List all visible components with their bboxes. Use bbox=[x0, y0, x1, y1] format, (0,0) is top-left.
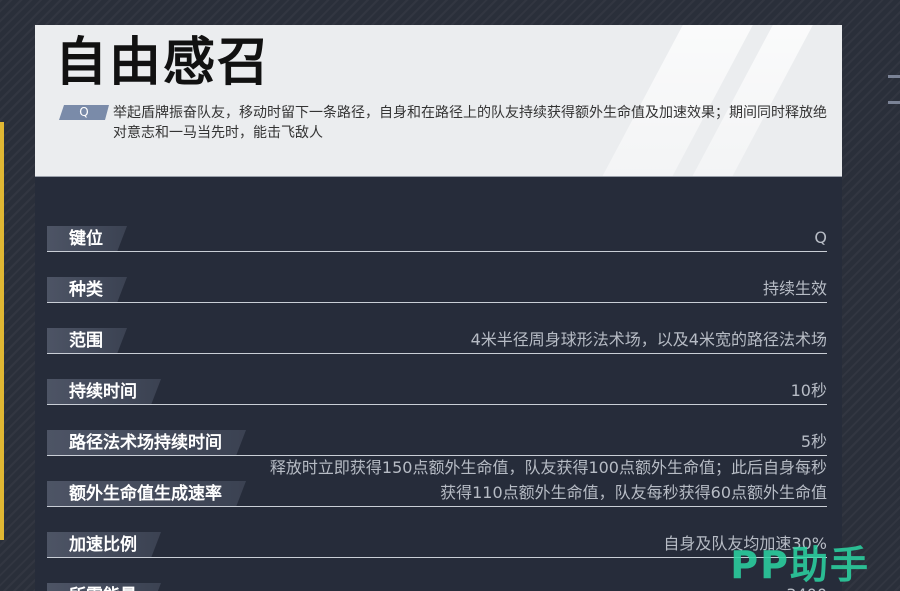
stat-value: 5秒 bbox=[800, 432, 827, 451]
stat-value: 释放时立即获得150点额外生命值，队友获得100点额外生命值；此后自身每秒获得1… bbox=[269, 458, 827, 502]
skill-header: 自由感召 Q 举起盾牌振奋队友，移动时留下一条路径，自身和在路径上的队友持续获得… bbox=[35, 25, 842, 177]
accent-bar bbox=[0, 122, 4, 540]
stat-row: 加速比例 自身及队友均加速30% bbox=[47, 507, 827, 558]
stat-row: 范围 4米半径周身球形法术场，以及4米宽的路径法术场 bbox=[47, 303, 827, 354]
stat-value: Q bbox=[814, 228, 827, 247]
stat-label: 种类 bbox=[47, 277, 127, 303]
edge-dash bbox=[888, 101, 900, 104]
edge-dash bbox=[888, 75, 900, 78]
stat-row: 种类 持续生效 bbox=[47, 252, 827, 303]
skill-title: 自由感召 bbox=[55, 33, 272, 93]
stat-value: 4米半径周身球形法术场，以及4米宽的路径法术场 bbox=[470, 330, 827, 349]
skill-card: 自由感召 Q 举起盾牌振奋队友，移动时留下一条路径，自身和在路径上的队友持续获得… bbox=[35, 25, 842, 591]
watermark-logo: PP助手 bbox=[730, 543, 870, 587]
skill-stats: 键位 Q 种类 持续生效 范围 4米半径周身球形法术场，以及4米宽的路径法术场 … bbox=[47, 201, 827, 591]
stat-label: 范围 bbox=[47, 328, 127, 354]
skill-key-tag: Q bbox=[59, 105, 109, 120]
stat-value: 10秒 bbox=[790, 381, 827, 400]
stat-label: 键位 bbox=[47, 226, 127, 252]
stat-value: 持续生效 bbox=[762, 279, 827, 298]
stat-row: 额外生命值生成速率 释放时立即获得150点额外生命值，队友获得100点额外生命值… bbox=[47, 456, 827, 507]
stat-label: 持续时间 bbox=[47, 379, 161, 405]
skill-description: 举起盾牌振奋队友，移动时留下一条路径，自身和在路径上的队友持续获得额外生命值及加… bbox=[113, 105, 827, 141]
stat-row: 键位 Q bbox=[47, 201, 827, 252]
stat-label: 路径法术场持续时间 bbox=[47, 430, 246, 456]
stat-row: 所需能量 3400 bbox=[47, 558, 827, 591]
stat-row: 路径法术场持续时间 5秒 bbox=[47, 405, 827, 456]
stat-row: 持续时间 10秒 bbox=[47, 354, 827, 405]
stat-label: 所需能量 bbox=[47, 583, 161, 591]
stat-label: 加速比例 bbox=[47, 532, 161, 558]
stat-label: 额外生命值生成速率 bbox=[47, 481, 246, 507]
